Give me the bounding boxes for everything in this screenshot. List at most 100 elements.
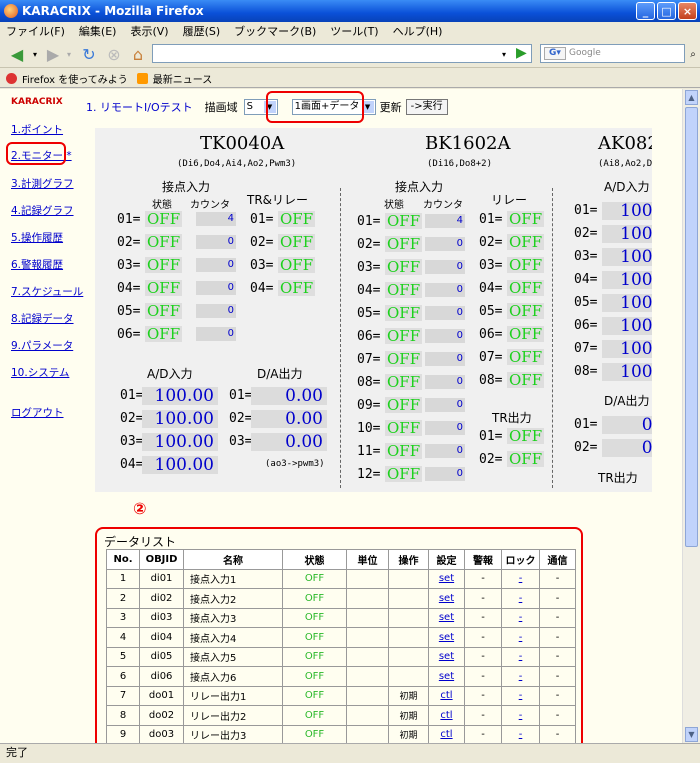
scroll-thumb[interactable]	[685, 107, 698, 547]
execute-button[interactable]: ->実行	[405, 99, 448, 115]
search-input[interactable]: G▾ Google	[540, 44, 685, 63]
sidebar-item-schedule[interactable]: 7.スケジュール	[11, 284, 83, 299]
maximize-button[interactable]: □	[657, 2, 676, 20]
highlight-monitor	[6, 142, 66, 165]
lock-link[interactable]: -	[501, 588, 540, 609]
sidebar-item-point[interactable]: 1.ポイント	[11, 122, 63, 137]
close-button[interactable]: ×	[678, 2, 697, 20]
setting-link[interactable]: ctl	[428, 685, 465, 706]
tk-ad-label: 03=	[120, 434, 144, 449]
cell: 6	[106, 666, 140, 687]
setting-link[interactable]: set	[428, 568, 465, 589]
lock-link[interactable]: -	[501, 607, 540, 628]
table-row: 1 di01 接点入力1 OFF set - - -	[106, 568, 576, 589]
bk-di-count: 0	[425, 260, 465, 274]
navigation-toolbar: ◀ ▾ ▶ ▾ ↻ ⊗ ⌂ ▾ ▶ G▾ Google ⌕	[0, 40, 700, 68]
menu-help[interactable]: ヘルプ(H)	[393, 23, 443, 39]
back-icon[interactable]: ◀	[6, 44, 28, 64]
forward-icon[interactable]: ▶	[42, 44, 64, 64]
setting-link[interactable]: set	[428, 607, 465, 628]
cell	[388, 646, 429, 667]
lock-link[interactable]: -	[501, 646, 540, 667]
sidebar-item-parameters[interactable]: 9.パラメータ	[11, 338, 73, 353]
lock-link[interactable]: -	[501, 685, 540, 706]
logo: KARACRIX	[11, 97, 63, 107]
sidebar-item-measure-graph[interactable]: 3.計測グラフ	[11, 176, 74, 191]
bk-di-state: OFF	[385, 235, 423, 253]
setting-link[interactable]: set	[428, 666, 465, 687]
setting-link[interactable]: ctl	[428, 724, 465, 745]
menu-history[interactable]: 履歴(S)	[183, 23, 221, 39]
ak-da-value: 0.	[602, 439, 652, 457]
url-input[interactable]	[152, 44, 532, 63]
menu-edit[interactable]: 編集(E)	[79, 23, 117, 39]
cell: 2	[106, 588, 140, 609]
search-go-icon[interactable]: ⌕	[687, 44, 699, 64]
ak-ad-label: 05=	[574, 295, 598, 310]
cell: -	[464, 646, 502, 667]
status-bar: 完了	[0, 743, 700, 763]
sidebar-item-system[interactable]: 10.システム	[11, 365, 69, 380]
cell: di03	[139, 607, 184, 628]
init-button[interactable]: 初期	[388, 705, 429, 726]
vertical-scrollbar[interactable]: ▲ ▼	[682, 89, 700, 743]
scroll-up-icon[interactable]: ▲	[685, 90, 698, 105]
stop-icon[interactable]: ⊗	[103, 44, 125, 64]
sidebar: KARACRIX 1.ポイント 2.モニター * 3.計測グラフ 4.記録グラフ…	[0, 89, 85, 743]
tk-di-label: 03=	[117, 258, 141, 273]
window-titlebar: KARACRIX - Mozilla Firefox _ □ ×	[0, 0, 700, 22]
bookmark-firefox[interactable]: Firefox を使ってみよう	[22, 71, 128, 86]
bk-col-count: カウンタ	[423, 200, 463, 211]
firefox-icon	[4, 4, 18, 18]
rss-icon	[136, 72, 148, 84]
sidebar-item-operation-history[interactable]: 5.操作履歴	[11, 230, 63, 245]
menu-tools[interactable]: ツール(T)	[330, 23, 378, 39]
column-header: 通信	[539, 549, 576, 570]
bk-di-count: 0	[425, 375, 465, 389]
lock-link[interactable]: -	[501, 705, 540, 726]
lock-link[interactable]: -	[501, 666, 540, 687]
minimize-button[interactable]: _	[636, 2, 655, 20]
back-dropdown-icon[interactable]: ▾	[30, 44, 40, 64]
data-table: No. OBJID 名称 状態 単位 操作 設定 警報 ロック 通信 1 di01 接点入力1 OFF s…	[106, 549, 576, 745]
tk-relay-state: OFF	[278, 279, 316, 297]
sidebar-item-record-data[interactable]: 8.記録データ	[11, 311, 74, 326]
cell	[346, 607, 389, 628]
bk-di-state: OFF	[385, 419, 423, 437]
init-button[interactable]: 初期	[388, 685, 429, 706]
state-cell: OFF	[282, 685, 347, 706]
lock-link[interactable]: -	[501, 568, 540, 589]
scroll-down-icon[interactable]: ▼	[685, 727, 698, 742]
sidebar-item-record-graph[interactable]: 4.記録グラフ	[11, 203, 74, 218]
setting-link[interactable]: set	[428, 627, 465, 648]
tk-da-label: 01=	[229, 388, 253, 403]
sidebar-item-logout[interactable]: ログアウト	[11, 405, 64, 420]
init-button[interactable]: 初期	[388, 724, 429, 745]
ak-ad-label: 07=	[574, 341, 598, 356]
reload-icon[interactable]: ↻	[78, 44, 100, 64]
cell: 8	[106, 705, 140, 726]
forward-dropdown-icon[interactable]: ▾	[64, 44, 74, 64]
lock-link[interactable]: -	[501, 627, 540, 648]
go-icon[interactable]: ▶	[516, 45, 527, 61]
cell: -	[464, 666, 502, 687]
sidebar-item-alarm-history[interactable]: 6.警報履歴	[11, 257, 63, 272]
tk-ad-label: 01=	[120, 388, 144, 403]
bk-tr-state: OFF	[507, 427, 545, 445]
setting-link[interactable]: ctl	[428, 705, 465, 726]
bookmark-news[interactable]: 最新ニュース	[153, 71, 213, 86]
lock-link[interactable]: -	[501, 724, 540, 745]
tk-di-count: 0	[196, 235, 236, 249]
annotation-2: ②	[133, 499, 147, 518]
url-dropdown-icon[interactable]: ▾	[497, 44, 511, 64]
cell	[346, 627, 389, 648]
home-icon[interactable]: ⌂	[127, 44, 149, 64]
menu-view[interactable]: 表示(V)	[130, 23, 168, 39]
menu-file[interactable]: ファイル(F)	[6, 23, 65, 39]
ak-ad-value: 100.	[602, 202, 652, 220]
google-search-icon[interactable]: G▾	[544, 47, 566, 60]
setting-link[interactable]: set	[428, 588, 465, 609]
setting-link[interactable]: set	[428, 646, 465, 667]
menu-bookmarks[interactable]: ブックマーク(B)	[234, 23, 316, 39]
state-cell: OFF	[282, 588, 347, 609]
